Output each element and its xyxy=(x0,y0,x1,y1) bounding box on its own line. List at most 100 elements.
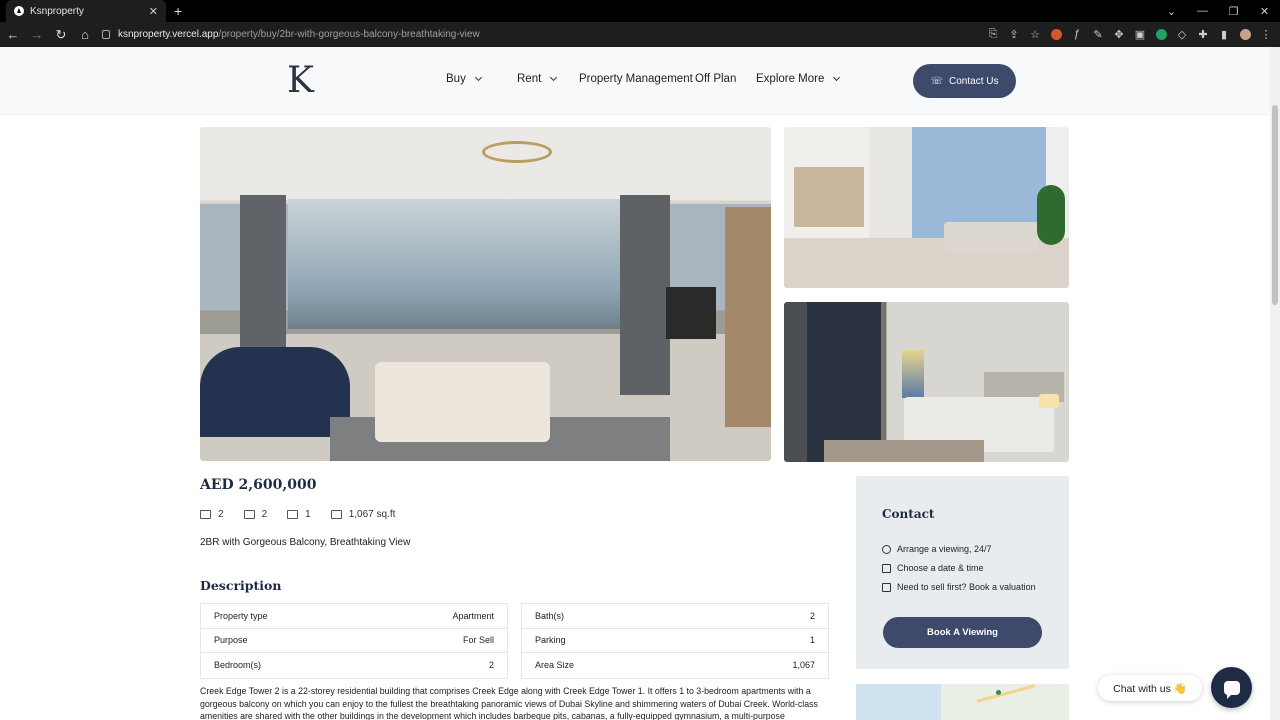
bookmark-star-icon[interactable]: ☆ xyxy=(1027,26,1043,42)
detail-label: Bath(s) xyxy=(535,610,565,621)
detail-label: Parking xyxy=(535,635,566,646)
favicon-icon xyxy=(14,6,24,16)
sidebar-icon[interactable]: ▮ xyxy=(1216,26,1232,42)
back-icon[interactable]: ← xyxy=(2,27,24,42)
contact-line-text: Arrange a viewing, 24/7 xyxy=(897,544,992,554)
reload-icon[interactable]: ↻ xyxy=(50,27,72,43)
nav-property-management[interactable]: Property Management xyxy=(579,73,693,85)
menu-icon[interactable]: ⋮ xyxy=(1258,26,1274,42)
nav-label: Off Plan xyxy=(695,73,737,85)
area-icon xyxy=(330,510,342,519)
nav-explore-more[interactable]: Explore More xyxy=(756,73,841,85)
map-pin-icon xyxy=(996,690,1001,695)
url-field[interactable]: ksnproperty.vercel.app/property/buy/2br-… xyxy=(96,24,972,45)
detail-label: Purpose xyxy=(214,635,248,646)
tab-search-icon[interactable]: ⌄ xyxy=(1156,5,1187,18)
kitchen xyxy=(794,167,864,227)
details-table-right: Bath(s) 2 Parking 1 Area Size 1,067 xyxy=(521,603,829,679)
bath-icon xyxy=(243,510,255,519)
contact-card: Contact Arrange a viewing, 24/7 Choose a… xyxy=(856,476,1069,669)
spec-value: 1,067 sq.ft xyxy=(348,509,396,520)
detail-value: 2 xyxy=(488,660,494,671)
dining-chairs xyxy=(200,347,350,437)
contact-line: Choose a date & time xyxy=(882,563,984,573)
nav-buy[interactable]: Buy xyxy=(446,73,482,85)
shelf xyxy=(725,207,771,427)
extension-icon[interactable] xyxy=(1153,26,1169,42)
curtain xyxy=(620,195,670,395)
tab-title: Ksnproperty xyxy=(30,5,84,17)
bedroom-photo[interactable] xyxy=(784,302,1069,462)
forward-icon[interactable]: → xyxy=(26,27,48,42)
window-close-icon[interactable]: ✕ xyxy=(1249,5,1280,18)
contact-us-label: Contact Us xyxy=(949,75,999,87)
table-row: Property type Apartment xyxy=(201,604,507,629)
contact-line-text: Need to sell first? Book a valuation xyxy=(897,582,1036,592)
sofa xyxy=(944,222,1039,252)
living-room-photo[interactable] xyxy=(784,127,1069,288)
property-title: 2BR with Gorgeous Balcony, Breathtaking … xyxy=(200,537,411,548)
nav-label: Explore More xyxy=(756,73,825,85)
chat-launcher-button[interactable] xyxy=(1211,667,1252,708)
address-bar: ← → ↻ ⌂ ksnproperty.vercel.app/property/… xyxy=(0,22,1280,47)
nav-off-plan[interactable]: Off Plan xyxy=(695,73,736,85)
clock-icon xyxy=(882,544,891,554)
extension-icon[interactable]: ƒ xyxy=(1069,26,1085,42)
browser-tab[interactable]: Ksnproperty ✕ xyxy=(6,0,166,22)
avatar[interactable] xyxy=(1237,26,1253,42)
contact-line: Need to sell first? Book a valuation xyxy=(882,582,1036,592)
nav-label: Buy xyxy=(446,73,466,85)
table-row: Purpose For Sell xyxy=(201,629,507,653)
extensions-bar: ⎘ ⇪ ☆ ƒ ✎ ✥ ▣ ◇ ✚ ▮ ⋮ xyxy=(985,26,1274,42)
contact-us-button[interactable]: ☏ Contact Us xyxy=(913,64,1016,98)
rug xyxy=(824,440,984,462)
window-view xyxy=(288,199,668,329)
spec-bedrooms: 2 xyxy=(200,509,224,520)
plant xyxy=(1037,185,1065,245)
extension-icon[interactable] xyxy=(1048,26,1064,42)
scrollbar[interactable] xyxy=(1270,47,1280,720)
spec-value: 2 xyxy=(218,509,224,520)
spec-parking: 1 xyxy=(287,509,311,520)
tab-close-icon[interactable]: ✕ xyxy=(149,5,158,18)
extension-icon[interactable]: ✎ xyxy=(1090,26,1106,42)
table-row: Bath(s) 2 xyxy=(522,604,828,629)
spec-value: 1 xyxy=(305,509,311,520)
book-viewing-button[interactable]: Book A Viewing xyxy=(883,617,1042,648)
spec-value: 2 xyxy=(261,509,268,520)
extension-icon[interactable]: ▣ xyxy=(1132,26,1148,42)
share-icon[interactable]: ⇪ xyxy=(1006,26,1022,42)
restore-icon[interactable]: ❐ xyxy=(1218,5,1249,18)
chat-with-us-bubble[interactable]: Chat with us 👋 xyxy=(1098,675,1202,701)
description-text: Creek Edge Tower 2 is a 22-storey reside… xyxy=(200,686,818,720)
translate-icon[interactable]: ⎘ xyxy=(985,26,1001,42)
contact-card-title: Contact xyxy=(882,507,935,521)
bedside-lamp xyxy=(1039,394,1059,408)
table-row: Area Size 1,067 xyxy=(522,653,828,678)
nav-rent[interactable]: Rent xyxy=(517,73,558,85)
tv xyxy=(666,287,716,339)
extension-icon[interactable]: ◇ xyxy=(1174,26,1190,42)
scroll-thumb[interactable] xyxy=(1272,105,1278,305)
chevron-down-icon xyxy=(550,73,558,82)
location-map[interactable] xyxy=(856,684,1069,720)
puzzle-icon[interactable]: ✚ xyxy=(1195,26,1211,42)
sofa xyxy=(375,362,550,442)
extension-icon[interactable]: ✥ xyxy=(1111,26,1127,42)
lock-icon xyxy=(102,30,110,39)
table-row: Parking 1 xyxy=(522,629,828,653)
url-path: /property/buy/2br-with-gorgeous-balcony-… xyxy=(218,29,480,40)
ksn-logo[interactable]: K xyxy=(287,60,323,102)
main-property-photo[interactable] xyxy=(200,127,771,461)
chat-icon xyxy=(1223,680,1240,699)
parking-icon xyxy=(287,510,299,519)
new-tab-button[interactable]: + xyxy=(174,3,182,19)
table-row: Bedroom(s) 2 xyxy=(201,653,507,678)
property-price: AED 2,600,000 xyxy=(200,477,317,493)
ceiling-lamp xyxy=(482,141,552,163)
home-icon[interactable]: ⌂ xyxy=(74,27,96,42)
nav-label: Rent xyxy=(517,73,542,85)
minimize-icon[interactable]: — xyxy=(1187,5,1218,17)
property-specs: 2 2 1 1,067 sq.ft xyxy=(200,509,415,520)
detail-label: Bedroom(s) xyxy=(214,660,262,671)
